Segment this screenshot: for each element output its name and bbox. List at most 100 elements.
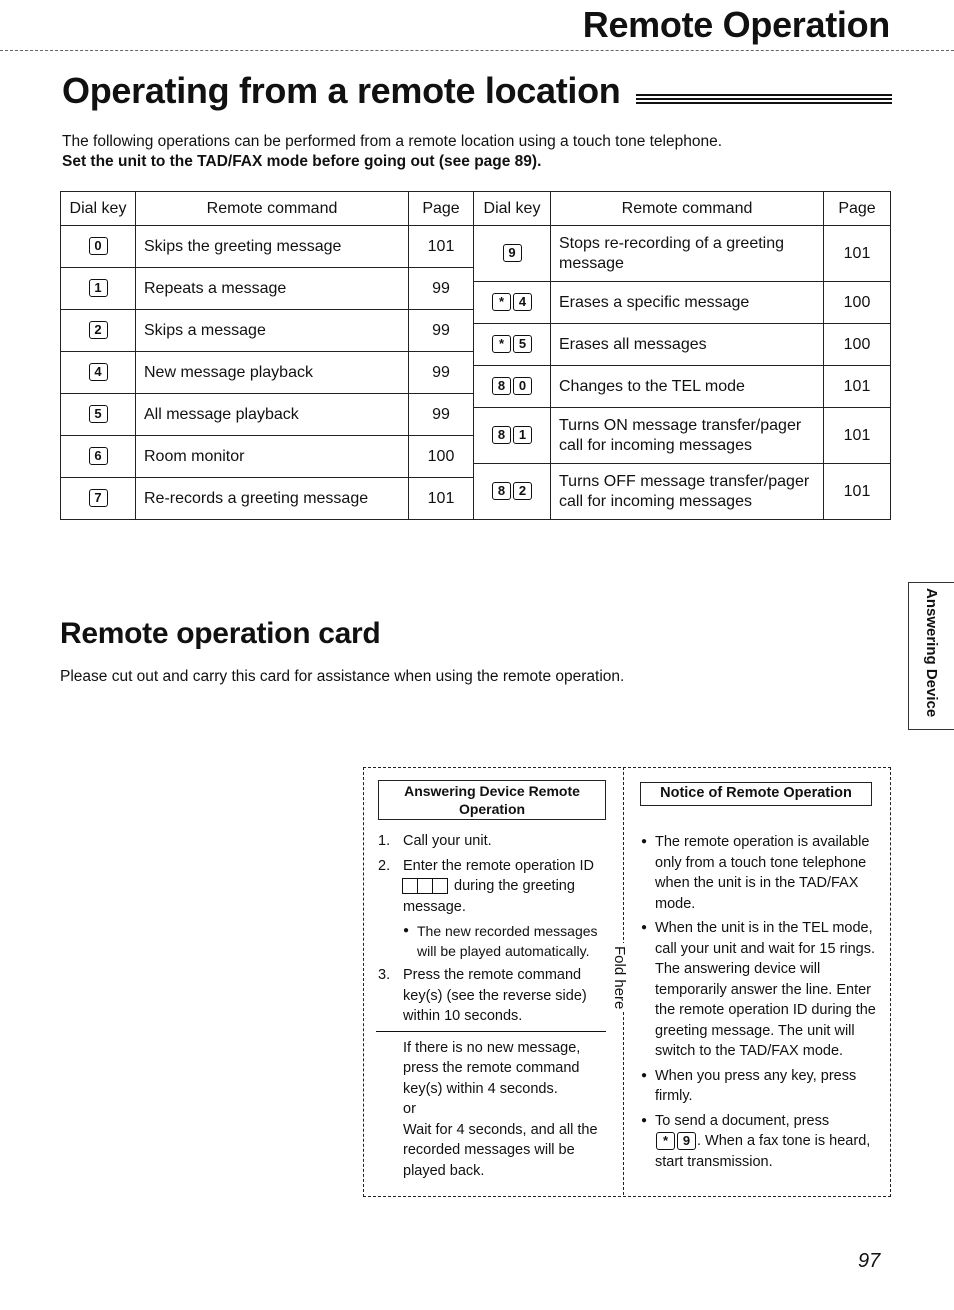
page-cell: 101 <box>823 365 891 408</box>
header-dial-key: Dial key <box>60 191 136 226</box>
step-text: Enter the remote operation ID during the… <box>402 856 614 918</box>
card-section-intro: Please cut out and carry this card for a… <box>60 668 625 685</box>
dial-key-cell: 81 <box>473 407 551 464</box>
digit-key-icon: 9 <box>502 244 522 263</box>
step-text: Press the remote command key(s) (see the… <box>403 967 587 1024</box>
bullet-icon: ● <box>641 1069 648 1081</box>
table-header-row: Dial key Remote command Page <box>60 191 474 226</box>
command-cell: Re-records a greeting message <box>135 477 409 520</box>
digit-key-icon: 8 <box>492 426 511 445</box>
page-cell: 99 <box>408 309 474 352</box>
digit-key-icon: 0 <box>513 377 532 396</box>
table-row: 8 2 Turns OFF message transfer/pager call … <box>473 463 891 520</box>
notice-bullet: ● The remote operation is available only… <box>641 832 879 914</box>
step-item: 3. Press the remote command key(s) (see … <box>378 965 614 1027</box>
header-dial-key: Dial key <box>473 191 551 226</box>
page-cell: 101 <box>408 477 474 520</box>
command-cell: Erases a specific message <box>550 281 824 324</box>
nine-key-icon: 9 <box>677 1132 696 1151</box>
table-row: 6 Room monitor 100 <box>60 435 474 478</box>
page-cell: 99 <box>408 267 474 310</box>
page-cell: 100 <box>408 435 474 478</box>
table-row: 9 Stops re-recording of a greeting messag… <box>473 225 891 282</box>
sub-bullet-item: ● The new recorded messages will be play… <box>403 921 614 961</box>
remote-command-table-left: Dial key Remote command Page 0 Skips the … <box>60 191 474 520</box>
digit-key-icon: 4 <box>88 363 108 382</box>
digit-key-icon: 6 <box>88 447 108 466</box>
table-row: 1 Repeats a message 99 <box>60 267 474 310</box>
dial-key-cell: 6 <box>60 435 136 478</box>
notice-bullet: ● When the unit is in the TEL mode, call… <box>641 918 879 1062</box>
command-cell: New message playback <box>135 351 409 394</box>
table-row: 0 Skips the greeting message 101 <box>60 225 474 268</box>
notice-text: To send a document, press * 9. When a fax… <box>655 1111 879 1173</box>
header-remote-command: Remote command <box>135 191 409 226</box>
sub-bullet-text: The new recorded messages will be played… <box>417 923 598 959</box>
command-cell: Room monitor <box>135 435 409 478</box>
command-cell: Turns ON message transfer/pager call for… <box>550 407 824 464</box>
command-cell: Repeats a message <box>135 267 409 310</box>
notice-bullet: ● When you press any key, press firmly. <box>641 1066 879 1107</box>
intro-line: The following operations can be performe… <box>62 133 723 150</box>
page-cell: 99 <box>408 351 474 394</box>
table-row: 4 New message playback 99 <box>60 351 474 394</box>
star-key-icon: * <box>492 335 511 354</box>
step-item: 2. Enter the remote operation ID during … <box>378 856 614 918</box>
page-cell: 101 <box>823 407 891 464</box>
digit-key-icon: 8 <box>492 377 511 396</box>
header-page: Page <box>408 191 474 226</box>
page-cell: 101 <box>823 225 891 282</box>
page-cell: 100 <box>823 323 891 366</box>
dial-key-cell: 4 <box>60 351 136 394</box>
step-number: 3. <box>378 967 391 983</box>
digit-key-icon: 2 <box>88 321 108 340</box>
section-title: Remote Operation <box>582 4 891 45</box>
star-key-icon: * <box>656 1132 675 1151</box>
card-divider <box>376 1030 606 1032</box>
table-row: 8 1 Turns ON message transfer/pager call f… <box>473 407 891 464</box>
digit-key-icon: 5 <box>88 405 108 424</box>
page-cell: 99 <box>408 393 474 436</box>
page-title: Operating from a remote location <box>62 70 621 111</box>
table-header-row: Dial key Remote command Page <box>473 191 891 226</box>
intro-text: The following operations can be performe… <box>62 132 722 172</box>
digit-key-icon: 8 <box>492 482 511 501</box>
dial-key-cell: 2 <box>60 309 136 352</box>
intro-bold-line: Set the unit to the TAD/FAX mode before … <box>62 153 542 170</box>
title-decoration <box>636 94 892 106</box>
command-cell: Turns OFF message transfer/pager call fo… <box>550 463 824 520</box>
dial-key-cell: 7 <box>60 477 136 520</box>
table-row: 5 All message playback 99 <box>60 393 474 436</box>
dial-key-cell: 5 <box>60 393 136 436</box>
page-cell: 101 <box>408 225 474 268</box>
side-tab-label: Answering Device <box>923 588 940 718</box>
header-divider <box>0 50 954 51</box>
remote-id-boxes <box>402 878 448 895</box>
bullet-icon: ● <box>641 836 648 847</box>
header-page: Page <box>823 191 891 226</box>
card-left-column: 1. Call your unit. 2. Enter the remote o… <box>376 831 614 1182</box>
dial-key-cell: * 5 <box>473 323 551 366</box>
table-row: 2 Skips a message 99 <box>60 309 474 352</box>
star-key-icon: * <box>492 293 511 312</box>
command-cell: Erases all messages <box>550 323 824 366</box>
digit-key-icon: 4 <box>513 293 532 312</box>
note-line: If there is no new message, press the re… <box>403 1039 581 1097</box>
remote-command-table-right: Dial key Remote command Page 9 Stops re-r… <box>473 191 891 520</box>
notice-text: When the unit is in the TEL mode, call y… <box>655 920 876 1059</box>
table-row: * 5 Erases all messages 100 <box>473 323 891 366</box>
digit-key-icon: 0 <box>88 237 108 256</box>
note-line: Wait for 4 seconds, and all the recorded… <box>403 1121 598 1179</box>
card-note: If there is no new message, press the re… <box>403 1038 614 1182</box>
step-text: Call your unit. <box>403 833 492 849</box>
note-line: or <box>403 1101 416 1117</box>
dial-key-cell: 0 <box>60 225 136 268</box>
command-cell: Changes to the TEL mode <box>550 365 824 408</box>
command-cell: Stops re-recording of a greeting message <box>550 225 824 282</box>
dial-key-cell: 82 <box>473 463 551 520</box>
page-cell: 100 <box>823 281 891 324</box>
page-cell: 101 <box>823 463 891 520</box>
notice-text-before: To send a document, press <box>655 1112 830 1129</box>
dial-key-cell: * 4 <box>473 281 551 324</box>
step-item: 1. Call your unit. <box>378 831 614 852</box>
